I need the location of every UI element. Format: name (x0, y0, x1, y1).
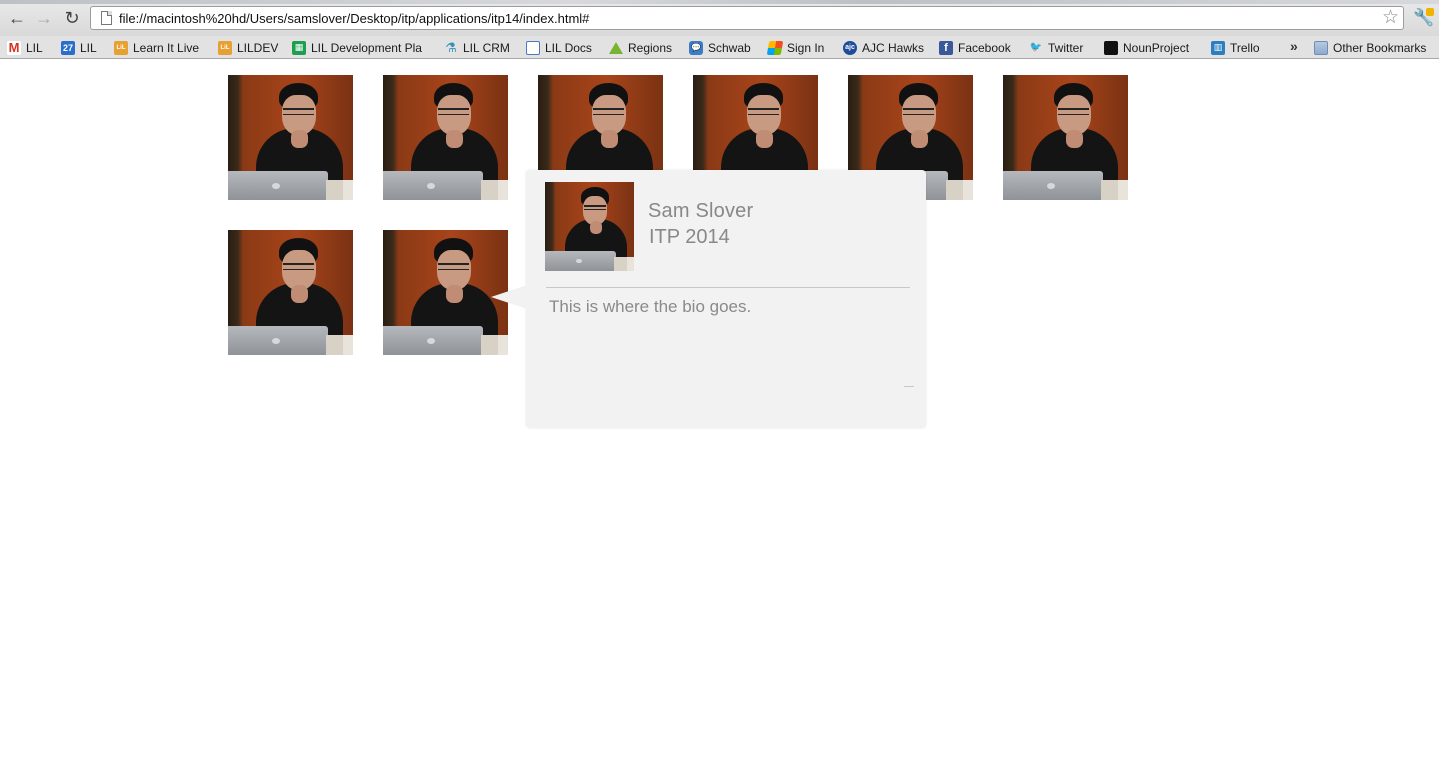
calendar-icon: 27 (61, 40, 75, 55)
bookmark-lil-docs[interactable]: LIL Docs (526, 39, 592, 56)
bookmark-lil-gmail[interactable]: M LIL (7, 39, 43, 56)
profile-photo (228, 230, 353, 355)
profile-thumbnail[interactable] (228, 230, 353, 355)
url-text[interactable]: file://macintosh%20hd/Users/samslover/De… (119, 11, 589, 26)
back-arrow-icon[interactable]: ← (7, 8, 27, 28)
twitter-icon: 🐦 (1029, 42, 1043, 53)
bookmark-label: Schwab (708, 40, 751, 55)
profile-photo (228, 75, 353, 200)
docs-icon (526, 40, 540, 55)
profile-thumbnail[interactable] (383, 230, 508, 355)
facebook-icon: f (939, 40, 953, 55)
bookmark-facebook[interactable]: f Facebook (939, 39, 1011, 56)
popover-divider (546, 287, 910, 288)
schwab-icon: 💬 (689, 40, 703, 55)
bio-popover: Sam Slover ITP 2014 This is where the bi… (491, 170, 926, 428)
tabstrip-edge (0, 0, 1439, 4)
bookmark-label: LIL Development Pla (311, 40, 422, 55)
profile-photo (383, 75, 508, 200)
bookmark-lil-crm[interactable]: ⚗ LIL CRM (444, 39, 510, 56)
popover-arrow (491, 285, 527, 309)
bookmark-label: LIL CRM (463, 40, 510, 55)
folder-icon (1314, 40, 1328, 55)
bookmark-label: LIL (26, 40, 43, 55)
page-icon (101, 11, 112, 25)
profile-thumbnail[interactable] (228, 75, 353, 200)
nounproject-icon (1104, 40, 1118, 55)
bookmark-sign-in[interactable]: Sign In (766, 39, 825, 56)
popover-profile-photo (545, 182, 634, 271)
other-bookmarks-folder[interactable]: Other Bookmarks (1314, 39, 1426, 56)
bookmark-schwab[interactable]: 💬 Schwab (689, 39, 751, 56)
crm-icon: ⚗ (445, 39, 457, 55)
reload-icon[interactable]: ↻ (62, 8, 82, 28)
spreadsheet-icon: ▦ (292, 40, 306, 55)
forward-arrow-icon[interactable]: → (34, 8, 54, 28)
profile-program: ITP 2014 (649, 226, 730, 248)
wrench-menu-icon[interactable]: 🔧 (1413, 7, 1435, 29)
bookmark-label: Facebook (958, 40, 1011, 55)
bookmark-label: NounProject (1123, 40, 1190, 55)
profile-thumbnail[interactable] (1003, 75, 1128, 200)
bookmark-learn-it-live[interactable]: LiL Learn It Live (114, 39, 199, 56)
bookmark-nounproject[interactable]: NounProject (1104, 39, 1189, 56)
gmail-icon: M (7, 40, 21, 55)
bookmarks-overflow-chevron[interactable]: » (1290, 38, 1298, 54)
bookmark-label: Twitter (1048, 40, 1084, 55)
bookmark-lil-development-plan[interactable]: ▦ LIL Development Pla (292, 39, 422, 56)
profile-photo (1003, 75, 1128, 200)
bookmark-label: LILDEV (237, 40, 279, 55)
bookmark-label: Learn It Live (133, 40, 200, 55)
profile-name: Sam Slover (648, 200, 754, 222)
address-bar[interactable]: file://macintosh%20hd/Users/samslover/De… (90, 6, 1404, 30)
bookmark-label: Sign In (787, 40, 825, 55)
bookmark-label: Regions (628, 40, 673, 55)
regions-icon (609, 41, 623, 54)
bookmark-star-icon[interactable]: ☆ (1382, 8, 1399, 28)
bookmark-ajc-hawks[interactable]: ajc AJC Hawks (843, 39, 924, 56)
bookmark-label: LIL Docs (545, 40, 592, 55)
profile-bio: This is where the bio goes. (549, 297, 752, 316)
bookmark-label: Trello (1230, 40, 1260, 55)
bookmark-label: AJC Hawks (862, 40, 925, 55)
bookmark-lil-calendar[interactable]: 27 LIL (61, 39, 97, 56)
windows-icon (766, 40, 784, 55)
bookmark-label: Other Bookmarks (1333, 40, 1427, 55)
ajc-icon: ajc (843, 40, 857, 55)
profile-photo (383, 230, 508, 355)
lil-icon: LiL (218, 40, 232, 55)
bookmark-label: LIL (80, 40, 97, 55)
bookmark-trello[interactable]: ▥ Trello (1211, 39, 1260, 56)
profile-thumbnail[interactable] (383, 75, 508, 200)
bookmark-twitter[interactable]: 🐦 Twitter (1029, 39, 1084, 56)
bookmarks-bar: M LIL 27 LIL LiL Learn It Live LiL LILDE… (0, 36, 1439, 59)
browser-toolbar: ← → ↻ file://macintosh%20hd/Users/samslo… (0, 0, 1439, 36)
bookmark-lildev[interactable]: LiL LILDEV (218, 39, 278, 56)
trello-icon: ▥ (1211, 40, 1225, 55)
popover-minimize-mark[interactable] (904, 386, 914, 387)
lil-icon: LiL (114, 40, 128, 55)
bookmark-regions[interactable]: Regions (609, 39, 672, 56)
